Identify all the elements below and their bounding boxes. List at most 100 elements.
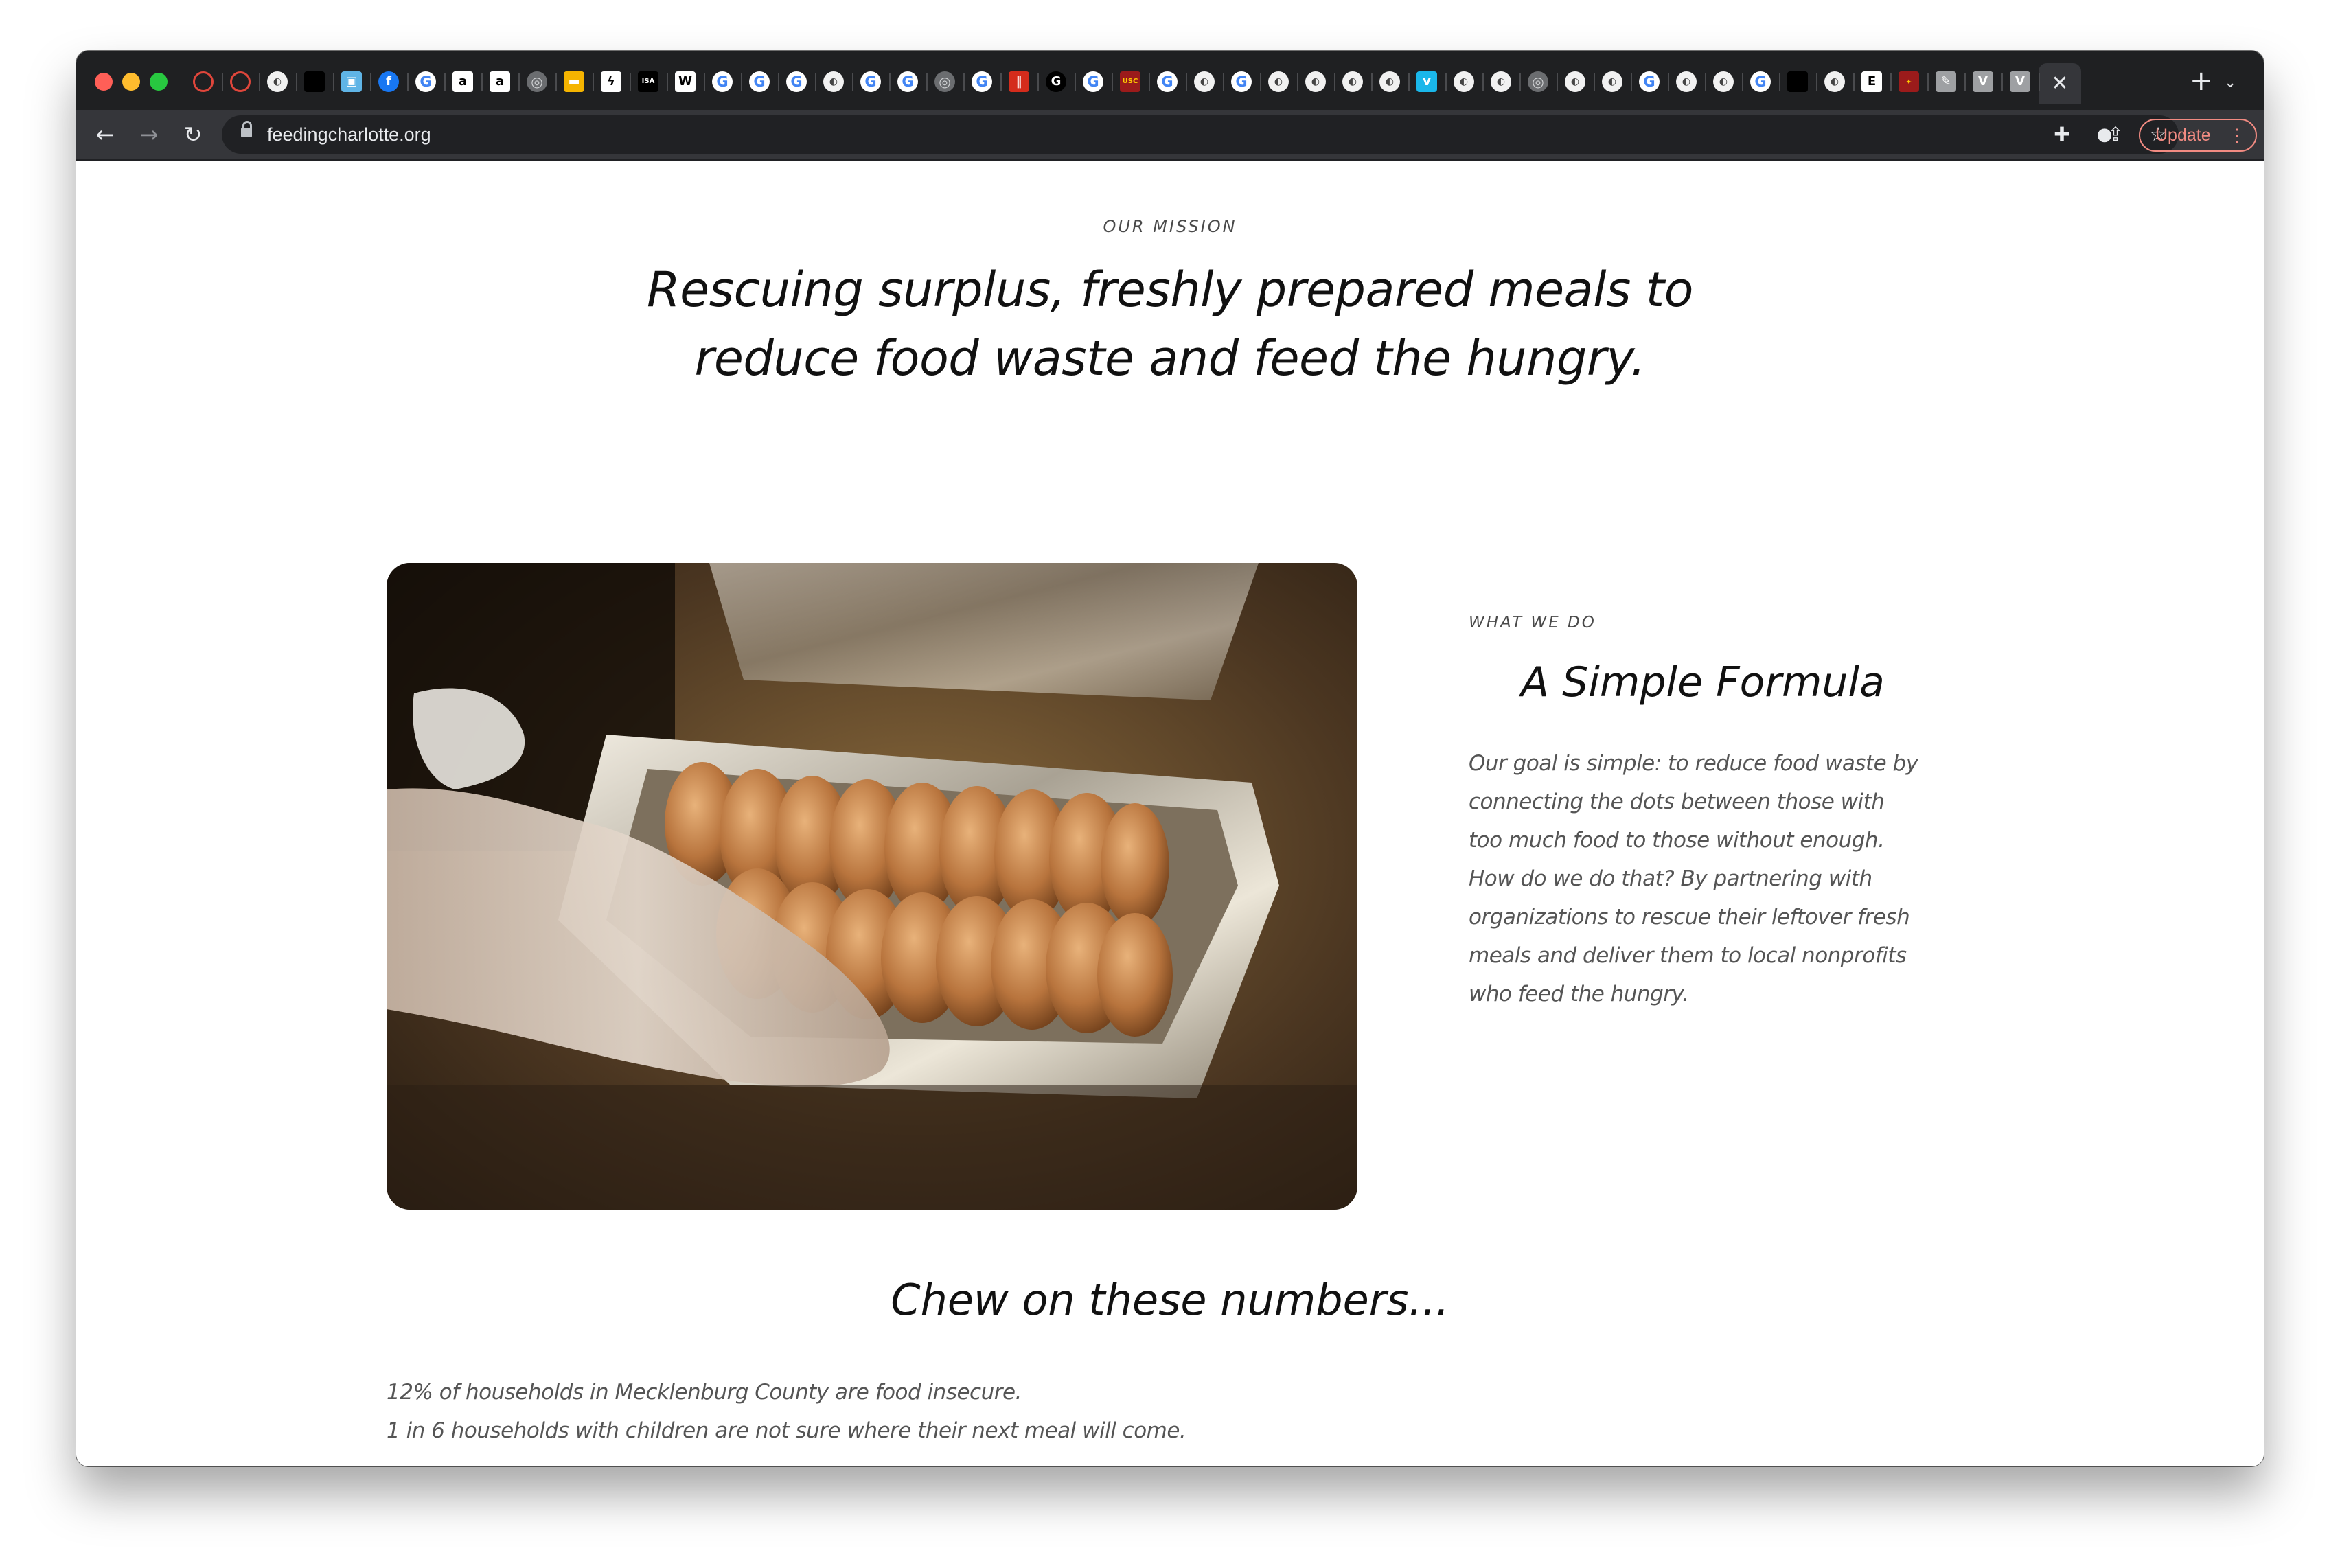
square-black-icon <box>304 71 325 92</box>
zoom-window-button[interactable] <box>150 73 168 91</box>
browser-tab[interactable]: ◐ <box>1557 63 1594 100</box>
browser-tab[interactable]: G <box>1631 63 1668 100</box>
browser-tab[interactable]: E <box>1853 63 1890 100</box>
owl-icon: ◐ <box>1824 71 1845 92</box>
browser-tab[interactable]: ϟ <box>593 63 630 100</box>
browser-tab[interactable]: ◐ <box>1334 63 1371 100</box>
browser-tab[interactable]: ◐ <box>1186 63 1223 100</box>
google-icon: G <box>749 71 770 92</box>
google-icon: G <box>972 71 992 92</box>
lock-icon[interactable] <box>241 121 252 137</box>
browser-tab[interactable]: G <box>778 63 815 100</box>
browser-tab[interactable]: f <box>370 63 407 100</box>
close-window-button[interactable] <box>95 73 113 91</box>
browser-tab[interactable]: W <box>667 63 704 100</box>
google-icon: G <box>1639 71 1660 92</box>
pen-icon: ✎ <box>1936 71 1956 92</box>
browser-tab[interactable]: ◐ <box>1445 63 1482 100</box>
back-arrow-icon[interactable]: ← <box>90 119 120 150</box>
google-icon: G <box>1157 71 1178 92</box>
browser-tab[interactable]: G <box>704 63 741 100</box>
url-text[interactable]: feedingcharlotte.org <box>267 115 431 154</box>
owl-icon: ◐ <box>267 71 288 92</box>
browser-tab[interactable]: G <box>1075 63 1112 100</box>
new-tab-button[interactable]: + <box>2190 67 2213 95</box>
browser-blue-icon: ▣ <box>341 71 362 92</box>
browser-tab[interactable]: ◐ <box>1482 63 1519 100</box>
browser-tab[interactable]: ▣ <box>333 63 370 100</box>
reload-icon[interactable]: ↻ <box>178 119 208 150</box>
browser-tab[interactable]: ◐ <box>1668 63 1705 100</box>
browser-menu-icon[interactable]: ⋮ <box>2228 120 2246 150</box>
minimize-window-button[interactable] <box>122 73 140 91</box>
tab-strip: ◐ ▣ f Ga a ◎ ▬ ϟ ISA W G G G ◐ G G ◎ G ‖ G G USC G ◐ G ◐ ◐ ◐ ◐ v ◐ ◐ ◎ ◐ ◐… <box>76 51 2264 110</box>
close-tab-icon[interactable]: ✕ <box>2051 73 2068 94</box>
tab-search-chevron-icon[interactable]: ⌄ <box>2224 76 2236 91</box>
extensions-puzzle-icon[interactable]: ✚ <box>2047 119 2077 150</box>
update-button-label: Update <box>2155 126 2211 145</box>
browser-tab[interactable]: G <box>1037 63 1075 100</box>
browser-tab[interactable]: ◎ <box>518 63 555 100</box>
bolt-icon: ϟ <box>601 71 621 92</box>
browser-tab[interactable] <box>1779 63 1816 100</box>
browser-tab[interactable]: a <box>444 63 481 100</box>
usc-icon: USC <box>1120 71 1140 92</box>
formula-line: too much food to those without enough. <box>1469 828 1885 853</box>
browser-tab[interactable]: V <box>1964 63 2001 100</box>
browser-tab[interactable]: G <box>852 63 889 100</box>
browser-tab[interactable]: a <box>481 63 518 100</box>
browser-tab[interactable]: USC <box>1112 63 1149 100</box>
browser-tab[interactable]: G <box>407 63 444 100</box>
browser-tab[interactable]: G <box>741 63 778 100</box>
e-book-icon: E <box>1861 71 1882 92</box>
browser-tab[interactable]: G <box>1149 63 1186 100</box>
browser-tab[interactable]: G <box>1223 63 1260 100</box>
browser-tab[interactable]: ▬ <box>555 63 593 100</box>
owl-icon: ◐ <box>1676 71 1697 92</box>
owl-icon: ◐ <box>1491 71 1511 92</box>
browser-tab[interactable]: ◐ <box>1297 63 1334 100</box>
browser-tab[interactable]: ISA <box>630 63 667 100</box>
active-tab[interactable]: ✕ <box>2039 63 2081 104</box>
browser-tab[interactable]: ◐ <box>1371 63 1408 100</box>
browser-tab[interactable]: ◎ <box>926 63 963 100</box>
globe-icon: ◎ <box>1528 71 1548 92</box>
square-black-icon <box>1787 71 1808 92</box>
browser-tab[interactable]: v <box>1408 63 1445 100</box>
page-content: OUR MISSION Rescuing surplus, freshly pr… <box>76 161 2264 1466</box>
mission-kicker: OUR MISSION <box>1103 217 1237 236</box>
browser-toolbar: ← → ↻ feedingcharlotte.org ⇪ ☆ ✚ ● Updat… <box>76 110 2264 161</box>
owl-icon: ◐ <box>1305 71 1326 92</box>
google-icon: G <box>897 71 918 92</box>
browser-tab[interactable]: ◐ <box>815 63 852 100</box>
mission-heading: Rescuing surplus, freshly prepared meals… <box>76 255 2264 393</box>
browser-tab[interactable]: V <box>2001 63 2039 100</box>
browser-tab[interactable]: ◎ <box>1519 63 1557 100</box>
browser-tab[interactable]: ◐ <box>1816 63 1853 100</box>
browser-tab[interactable]: ✎ <box>1927 63 1964 100</box>
amazon-icon: a <box>452 71 473 92</box>
owl-icon: ◐ <box>1379 71 1400 92</box>
browser-tab[interactable]: ◐ <box>1260 63 1297 100</box>
browser-tab[interactable]: ◐ <box>259 63 296 100</box>
facebook-icon: f <box>378 71 399 92</box>
browser-tab[interactable]: ◐ <box>1705 63 1742 100</box>
browser-tab[interactable]: G <box>963 63 1000 100</box>
google-icon: G <box>1750 71 1771 92</box>
browser-tab[interactable] <box>222 63 259 100</box>
browser-tab[interactable] <box>296 63 333 100</box>
formula-heading: A Simple Formula <box>1521 658 1885 706</box>
browser-tab[interactable]: ‖ <box>1000 63 1037 100</box>
update-button[interactable]: Update ⋮ <box>2139 119 2257 152</box>
address-bar[interactable]: feedingcharlotte.org ⇪ ☆ <box>222 115 2179 154</box>
browser-tab[interactable]: ✦ <box>1890 63 1927 100</box>
folder-amber-icon: ▬ <box>564 71 584 92</box>
forward-arrow-icon[interactable]: → <box>134 119 164 150</box>
formula-line: organizations to rescue their leftover f… <box>1469 905 1910 930</box>
browser-tab[interactable]: G <box>889 63 926 100</box>
browser-tab[interactable]: ◐ <box>1594 63 1631 100</box>
browser-tab[interactable] <box>185 63 222 100</box>
formula-line: who feed the hungry. <box>1469 982 1689 1006</box>
browser-tab[interactable]: G <box>1742 63 1779 100</box>
profile-avatar-icon[interactable]: ● <box>2089 119 2120 150</box>
